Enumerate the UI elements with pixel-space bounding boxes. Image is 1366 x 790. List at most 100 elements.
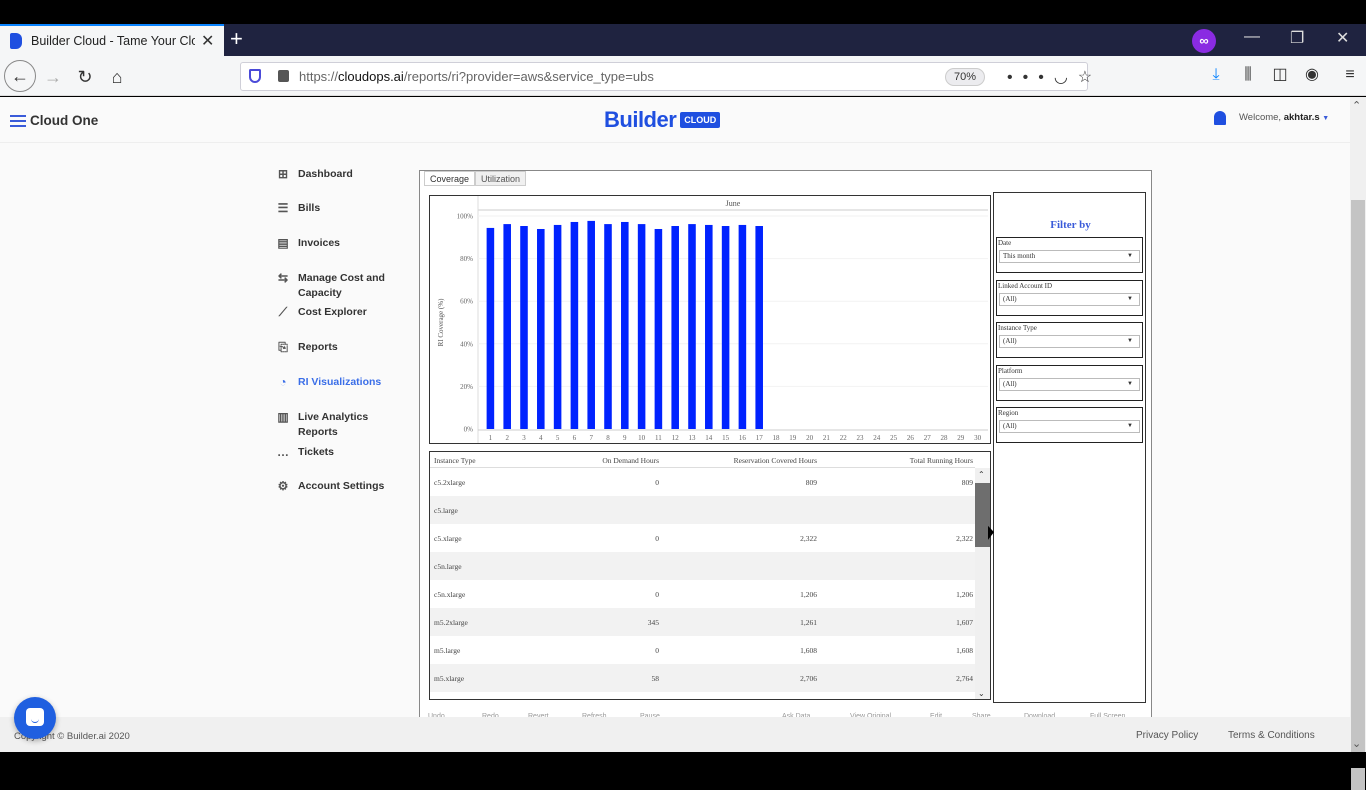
builder-cloud-logo[interactable]: Builder CLOUD — [604, 107, 721, 133]
forward-button[interactable]: → — [38, 62, 68, 92]
x-tick-label: 4 — [539, 434, 543, 442]
pocket-icon[interactable]: ◡ — [1054, 69, 1078, 86]
column-header[interactable]: Reservation Covered Hours — [734, 456, 817, 465]
chat-launcher-button[interactable] — [14, 697, 56, 739]
table-row[interactable]: m5.xlarge 58 2,706 2,764 — [430, 664, 975, 692]
window-close-button[interactable]: ✕ — [1336, 28, 1349, 48]
minimize-button[interactable]: — — [1244, 28, 1260, 46]
table-row[interactable]: c5.xlarge 0 2,322 2,322 — [430, 524, 975, 552]
x-tick-label: 20 — [806, 434, 814, 442]
back-button[interactable]: ← — [4, 60, 36, 92]
column-header[interactable]: Total Running Hours — [910, 456, 973, 465]
sidebar-toggle-icon[interactable]: ◫ — [1264, 64, 1296, 84]
table-cell: c5.large — [434, 506, 458, 515]
table-row[interactable]: c5.2xlarge 0 809 809 — [430, 468, 975, 496]
menu-icon[interactable]: ≡ — [1334, 66, 1366, 84]
page-scroll-down-icon[interactable]: ⌄ — [1352, 737, 1361, 750]
sidebar-item-manage-cost[interactable]: ⇆ Manage Cost and Capacity — [276, 271, 406, 301]
table-row[interactable]: c5n.large — [430, 552, 975, 580]
column-header[interactable]: Instance Type — [434, 456, 476, 465]
coverage-bar — [705, 224, 713, 429]
lock-icon[interactable] — [278, 70, 289, 82]
hamburger-menu-icon[interactable] — [10, 115, 26, 127]
filter-label: Date — [998, 239, 1012, 247]
url-bar[interactable]: https://cloudops.ai/reports/ri?provider=… — [240, 62, 1092, 91]
sidebar-item-dashboard[interactable]: ⊞ Dashboard — [276, 167, 406, 182]
table-row[interactable]: c5n.xlarge 0 1,206 1,206 — [430, 580, 975, 608]
y-tick-label: 100% — [457, 213, 474, 221]
page-scroll-up-icon[interactable]: ⌃ — [1352, 99, 1361, 112]
filter-dropdown[interactable]: (All) ▼ — [999, 420, 1140, 433]
home-button[interactable]: ⌂ — [102, 62, 132, 92]
table-cell: 0 — [655, 534, 659, 543]
x-tick-label: 8 — [606, 434, 610, 442]
privacy-policy-link[interactable]: Privacy Policy — [1136, 730, 1198, 741]
table-row[interactable]: c5.large — [430, 496, 975, 524]
x-tick-label: 6 — [573, 434, 577, 442]
sidebar-item-label: Tickets — [298, 446, 334, 458]
sidebar-item-label: Manage Cost and Capacity — [298, 272, 385, 299]
sidebar-item-invoices[interactable]: ▤ Invoices — [276, 236, 406, 251]
notification-bell-icon[interactable] — [1214, 111, 1226, 125]
table-scrollbar[interactable]: ⌃ ⌄ — [975, 468, 990, 699]
filter-dropdown[interactable]: (All) ▼ — [999, 377, 1140, 391]
table-cell: c5.xlarge — [434, 534, 462, 543]
x-tick-label: 22 — [840, 434, 848, 442]
url-text[interactable]: https://cloudops.ai/reports/ri?provider=… — [299, 69, 654, 84]
y-tick-label: 0% — [464, 426, 474, 434]
restore-button[interactable]: ❐ — [1290, 28, 1304, 48]
scroll-down-icon[interactable]: ⌄ — [978, 689, 985, 698]
filter-label: Region — [998, 409, 1019, 417]
sidebar-item-live-analytics[interactable]: ▥ Live Analytics Reports — [276, 410, 406, 440]
account-icon[interactable]: ◉ — [1296, 64, 1328, 84]
table-cell: 1,608 — [956, 646, 973, 655]
sidebar-item-account-settings[interactable]: ⚙ Account Settings — [276, 479, 406, 494]
new-tab-button[interactable]: + — [230, 28, 243, 50]
reload-button[interactable]: ↻ — [70, 62, 100, 92]
filter-instance-type: Instance Type (All) ▼ — [996, 322, 1143, 358]
more-actions-icon[interactable]: ••• — [1007, 69, 1054, 86]
filter-dropdown[interactable]: This month ▼ — [999, 250, 1140, 263]
table-row[interactable]: m5.large 0 1,608 1,608 — [430, 636, 975, 664]
terms-link[interactable]: Terms & Conditions — [1228, 730, 1315, 741]
table-cell: 2,706 — [800, 674, 817, 683]
column-header[interactable]: On Demand Hours — [602, 456, 659, 465]
tab-utilization[interactable]: Utilization — [475, 171, 527, 186]
filter-dropdown[interactable]: (All) ▼ — [999, 292, 1140, 306]
logo-badge: CLOUD — [680, 112, 721, 128]
x-tick-label: 7 — [589, 434, 593, 442]
page-scrollbar[interactable]: ⌃ ⌄ — [1350, 97, 1366, 790]
tracking-shield-icon[interactable] — [249, 69, 261, 83]
x-tick-label: 5 — [556, 434, 560, 442]
table-cell: 2,322 — [956, 534, 973, 543]
filter-dropdown[interactable]: (All) ▼ — [999, 335, 1140, 348]
tab-coverage[interactable]: Coverage — [424, 171, 476, 186]
sidebar-item-tickets[interactable]: … Tickets — [276, 445, 406, 460]
table-cell: c5n.xlarge — [434, 590, 466, 599]
tab-close-icon[interactable]: ✕ — [201, 31, 214, 51]
url-path: /reports/ri?provider=aws&service_type=ub… — [403, 69, 654, 84]
url-prefix: https:// — [299, 69, 339, 84]
page-scroll-thumb[interactable] — [1351, 200, 1365, 790]
scroll-up-icon[interactable]: ⌃ — [978, 470, 985, 479]
caret-down-icon: ▼ — [1127, 423, 1133, 429]
sidebar-item-reports[interactable]: ⎘ Reports — [276, 340, 406, 355]
sidebar-item-label: Account Settings — [298, 480, 385, 492]
sidebar-item-ri-visualizations[interactable]: ◔ RI Visualizations — [276, 375, 406, 390]
table-row[interactable]: m5.2xlarge 345 1,261 1,607 — [430, 608, 975, 636]
table-cell: m5.2xlarge — [434, 618, 468, 627]
y-tick-label: 60% — [460, 298, 473, 306]
browser-tab[interactable]: Builder Cloud - Tame Your Clou ✕ — [0, 24, 224, 56]
user-menu[interactable]: Welcome, akhtar.s ▼ — [1239, 112, 1329, 123]
table-cell: 1,608 — [800, 646, 817, 655]
tableau-viz-frame: Coverage Utilization June RI Coverage (%)… — [419, 170, 1152, 730]
download-icon[interactable]: ⤓ — [1200, 66, 1232, 84]
library-icon[interactable]: ⫼ — [1232, 66, 1264, 84]
coverage-bar — [570, 221, 579, 429]
zoom-level-badge[interactable]: 70% — [945, 68, 985, 86]
sidebar-item-bills[interactable]: ☰ Bills — [276, 201, 406, 216]
y-tick-label: 20% — [460, 383, 473, 391]
table-cell: 2,322 — [800, 534, 817, 543]
bookmark-star-icon[interactable]: ☆ — [1078, 69, 1102, 86]
sidebar-item-cost-explorer[interactable]: ⟋ Cost Explorer — [276, 305, 406, 320]
